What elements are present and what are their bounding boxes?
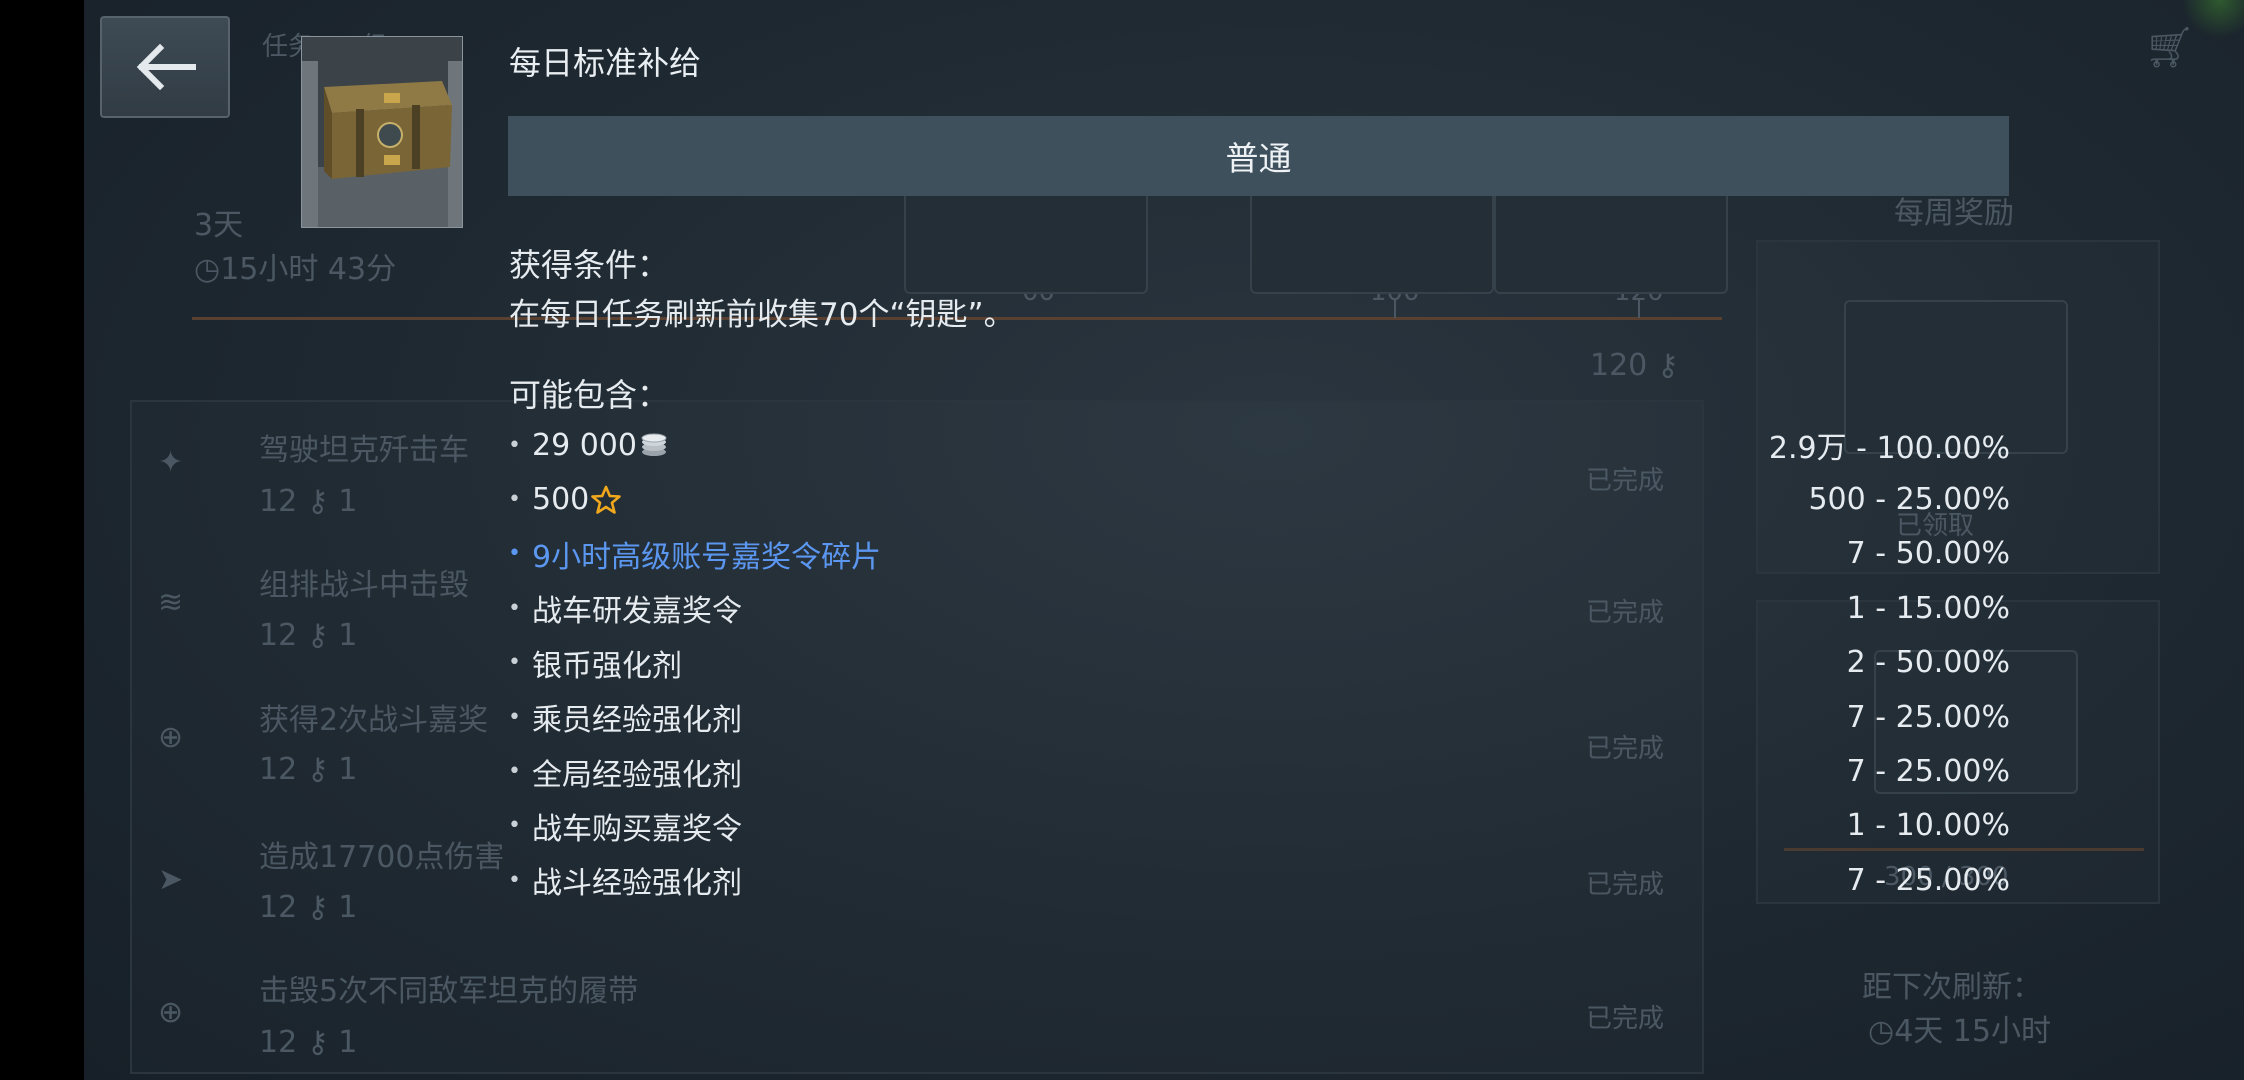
item-name: 战车研发嘉奖令 (532, 594, 742, 630)
item-link[interactable]: 9小时高级账号嘉奖令碎片 (532, 532, 881, 576)
mission-reward: 12 ⚷ 1 (259, 752, 358, 787)
bullet: • (508, 650, 521, 676)
item-name: 500 (532, 482, 590, 518)
back-button[interactable] (100, 16, 230, 118)
list-item: • 战车购买嘉奖令 1 - 10.00% (508, 799, 2010, 853)
item-name: 乘员经验强化剂 (532, 703, 742, 739)
supply-chest-icon (302, 37, 462, 227)
mission-text: 组排战斗中击毁 (259, 568, 469, 603)
progress-total: 120 ⚷ (1590, 348, 1679, 383)
silver-coin-icon (641, 433, 667, 457)
bullet: • (508, 595, 521, 621)
item-chance: 1 - 15.00% (1846, 590, 2010, 626)
list-item: • 29 000 2.9万 - 100.00% (508, 418, 2010, 472)
mission-reward: 12 ⚷ 1 (259, 484, 358, 519)
bullet: • (508, 813, 521, 839)
item-chance: 7 - 25.00% (1846, 699, 2010, 735)
mission-text: 击毁5次不同敌军坦克的履带 (259, 974, 639, 1009)
gold-star-icon (591, 485, 622, 514)
condition-text: 在每日任务刷新前收集70个“钥匙”。 (509, 297, 1015, 333)
progress-chest (1494, 190, 1728, 294)
timer-days: 3天 (194, 208, 244, 243)
item-chance: 500 - 25.00% (1808, 482, 2010, 518)
next-refresh-time: ◷4天 15小时 (1868, 1014, 2051, 1049)
mission-icon: ➤ (158, 862, 184, 897)
chest-thumbnail (301, 36, 463, 228)
item-chance: 1 - 10.00% (1846, 808, 2010, 844)
mission-reward: 12 ⚷ 1 (259, 618, 358, 653)
list-item: • 乘员经验强化剂 7 - 25.00% (508, 690, 2010, 744)
tier-label: 普通 (1225, 139, 1292, 178)
bullet: • (508, 704, 521, 730)
mission-text: 驾驶坦克歼击车 (259, 433, 469, 468)
bullet: • (508, 487, 521, 513)
item-name: 29 000 (532, 427, 637, 463)
bullet: • (508, 432, 521, 458)
clock-icon: ◷ (194, 252, 221, 287)
bullet: • (508, 759, 521, 785)
item-chance: 7 - 50.00% (1846, 536, 2010, 572)
mission-text: 造成17700点伤害 (259, 840, 505, 875)
next-refresh-label: 距下次刷新： (1862, 970, 2042, 1005)
list-item[interactable]: • 9小时高级账号嘉奖令碎片 7 - 50.00% (508, 527, 2010, 581)
mission-text: 获得2次战斗嘉奖 (259, 703, 489, 738)
list-item: • 战车研发嘉奖令 1 - 15.00% (508, 581, 2010, 635)
item-name: 全局经验强化剂 (532, 757, 742, 793)
key-icon: ⚷ (1656, 348, 1679, 383)
mission-icon: ≋ (158, 585, 184, 620)
mission-reward: 12 ⚷ 1 (259, 1025, 358, 1060)
shop-glow (2184, 0, 2244, 40)
list-item: • 战斗经验强化剂 7 - 25.00% (508, 853, 2010, 907)
item-name: 战车购买嘉奖令 (532, 811, 742, 847)
item-name: 银币强化剂 (532, 648, 682, 684)
arrow-left-icon (136, 44, 196, 90)
progress-chest (1250, 190, 1494, 294)
item-chance: 2.9万 - 100.00% (1768, 431, 2010, 467)
item-chance: 2 - 50.00% (1846, 645, 2010, 681)
contents-list: • 29 000 2.9万 - 100.00% • 500 500 - 25.0… (508, 418, 2010, 908)
list-item: • 500 500 - 25.00% (508, 472, 2010, 526)
mission-icon: ⊕ (158, 720, 184, 755)
mission-status: 已完成 (1586, 1004, 1665, 1034)
mission-reward: 12 ⚷ 1 (259, 890, 358, 925)
condition-label: 获得条件： (509, 246, 670, 284)
contents-label: 可能包含： (509, 376, 670, 414)
item-chance: 7 - 25.00% (1846, 862, 2010, 898)
tier-bar: 普通 (508, 116, 2009, 196)
item-name: 战斗经验强化剂 (532, 866, 742, 902)
progress-chest (904, 190, 1148, 294)
bullet: • (508, 867, 521, 893)
list-item: • 银币强化剂 2 - 50.00% (508, 636, 2010, 690)
mission-icon: ⊕ (158, 995, 184, 1030)
popup-title: 每日标准补给 (509, 44, 702, 82)
bullet: • (508, 541, 521, 567)
list-item: • 全局经验强化剂 7 - 25.00% (508, 744, 2010, 798)
timer-time: ◷15小时 43分 (194, 252, 397, 287)
clock-icon: ◷ (1868, 1014, 1895, 1049)
mission-icon: ✦ (158, 445, 184, 480)
item-chance: 7 - 25.00% (1846, 754, 2010, 790)
